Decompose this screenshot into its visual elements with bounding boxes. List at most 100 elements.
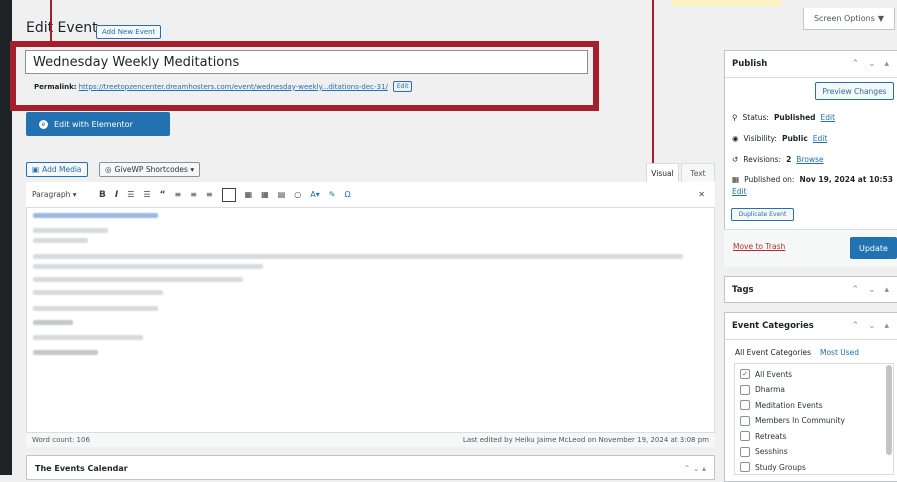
published-row: ▦ Published on: Nov 19, 2024 at 10:53 xyxy=(732,175,893,184)
edit-with-elementor-button[interactable]: e Edit with Elementor xyxy=(26,112,170,136)
move-to-trash-link[interactable]: Move to Trash xyxy=(733,242,785,251)
category-label: Dharma xyxy=(755,385,785,394)
format-select[interactable]: Paragraph ▾ xyxy=(32,190,90,199)
calendar-icon: ▦ xyxy=(732,175,740,184)
category-checkbox[interactable] xyxy=(740,384,750,395)
tab-most-used[interactable]: Most Used xyxy=(820,348,859,357)
panel-controls-icon[interactable]: ⌃ ⌄ ▴ xyxy=(852,59,892,69)
panel-controls-icon[interactable]: ⌃ ⌄ ▴ xyxy=(852,321,892,331)
omega-icon[interactable]: Ω xyxy=(344,190,350,199)
insert-box-icon[interactable] xyxy=(221,187,236,202)
blurred-line xyxy=(33,350,98,355)
page-title: Edit Event xyxy=(26,20,98,36)
grid-icon[interactable]: ▦ xyxy=(261,190,269,199)
elementor-icon: e xyxy=(39,119,48,129)
elementor-label: Edit with Elementor xyxy=(54,119,133,129)
category-checkbox[interactable] xyxy=(740,415,750,426)
word-count: Word count: 106 xyxy=(32,436,90,444)
paste-icon[interactable]: ✎ xyxy=(329,190,336,199)
screen-options-label: Screen Options xyxy=(813,14,875,23)
color-icon[interactable]: A▾ xyxy=(310,190,320,199)
panel-controls-icon[interactable]: ⌃ ⌄ ▴ xyxy=(852,285,892,295)
update-button[interactable]: Update xyxy=(850,237,897,259)
callout-pointer-line xyxy=(50,0,52,42)
category-item[interactable]: Retreats xyxy=(740,431,786,441)
events-calendar-title: The Events Calendar xyxy=(35,464,128,473)
category-item[interactable]: ✓ All Events xyxy=(740,369,792,379)
numbered-list-icon[interactable]: ☰ xyxy=(143,190,150,199)
circle-icon[interactable]: ○ xyxy=(294,190,301,199)
table-icon[interactable]: ▦ xyxy=(245,190,253,199)
blurred-line xyxy=(33,213,158,218)
published-value: Nov 19, 2024 at 10:53 xyxy=(799,175,893,184)
blurred-line xyxy=(33,228,108,233)
events-calendar-box: The Events Calendar ⌃ ⌄ ▴ xyxy=(26,455,715,480)
chevron-down-icon: ▼ xyxy=(877,14,885,23)
align-right-icon[interactable]: ≡ xyxy=(206,190,213,199)
blurred-line xyxy=(33,238,88,243)
align-center-icon[interactable]: ≡ xyxy=(190,190,197,199)
published-label: Published on: xyxy=(744,175,795,184)
italic-icon[interactable]: I xyxy=(115,190,118,200)
duplicate-event-button[interactable]: Duplicate Event xyxy=(731,208,794,221)
status-row: ⚲ Status: Published Edit xyxy=(732,113,835,122)
revisions-browse-link[interactable]: Browse xyxy=(796,155,823,164)
status-label: Status: xyxy=(742,113,769,122)
revisions-value: 2 xyxy=(786,155,792,164)
editor-area[interactable] xyxy=(26,182,715,447)
categories-tabs: All Event Categories Most Used xyxy=(735,348,859,357)
category-item[interactable]: Sesshins xyxy=(740,446,788,457)
category-item[interactable]: Members In Community xyxy=(740,415,845,426)
pin-icon: ⚲ xyxy=(732,113,738,122)
status-edit-link[interactable]: Edit xyxy=(821,113,836,122)
bold-icon[interactable]: B xyxy=(99,190,106,200)
category-item[interactable]: Meditation Events xyxy=(740,400,823,410)
category-label: All Events xyxy=(755,369,793,379)
category-item[interactable]: Study Groups xyxy=(740,462,806,472)
tab-text[interactable]: Text xyxy=(681,163,715,182)
tab-visual[interactable]: Visual xyxy=(646,163,679,182)
category-checkbox[interactable] xyxy=(740,400,750,410)
align-left-icon[interactable]: ≡ xyxy=(175,190,182,199)
category-checkbox[interactable]: ✓ xyxy=(740,369,750,379)
add-media-button[interactable]: ▣ Add Media xyxy=(26,162,88,177)
bullet-list-icon[interactable]: ☰ xyxy=(127,190,134,199)
fullscreen-icon[interactable]: ✕ xyxy=(698,190,705,199)
category-checkbox[interactable] xyxy=(740,462,750,472)
blockquote-icon[interactable]: “ xyxy=(160,190,166,200)
visibility-row: ◉ Visibility: Public Edit xyxy=(732,134,827,143)
blurred-line xyxy=(33,290,163,295)
box-controls-icon[interactable]: ⌃ ⌄ ▴ xyxy=(683,464,706,473)
tags-title: Tags xyxy=(732,285,754,295)
category-label: Members In Community xyxy=(755,416,845,425)
category-checkbox[interactable] xyxy=(740,431,750,441)
eye-icon: ◉ xyxy=(732,134,739,143)
checklist-scrollbar[interactable] xyxy=(886,365,892,455)
category-item[interactable]: Dharma xyxy=(740,384,785,395)
tags-panel: Tags ⌃ ⌄ ▴ xyxy=(724,276,897,303)
publish-header: Publish ⌃ ⌄ ▴ xyxy=(725,51,897,78)
category-label: Study Groups xyxy=(755,462,806,472)
blurred-line xyxy=(33,335,143,340)
screen-options-button[interactable]: Screen Options ▼ xyxy=(803,8,895,30)
categories-checklist: ✓ All Events Dharma Meditation Events Member… xyxy=(734,363,894,475)
published-edit-link[interactable]: Edit xyxy=(732,187,747,196)
visibility-label: Visibility: xyxy=(743,134,777,143)
category-checkbox[interactable] xyxy=(740,446,750,457)
preview-changes-button[interactable]: Preview Changes xyxy=(815,82,894,100)
tags-header[interactable]: Tags ⌃ ⌄ ▴ xyxy=(725,277,897,303)
notice-strip xyxy=(672,0,782,6)
tab-all-categories[interactable]: All Event Categories xyxy=(735,348,811,357)
highlight-callout-box xyxy=(10,41,599,111)
editor-toolbar: Paragraph ▾ B I ☰ ☰ “ ≡ ≡ ≡ ▦ ▦ ▤ ○ A▾ ✎… xyxy=(26,182,715,208)
admin-top-area xyxy=(12,0,897,10)
categories-title: Event Categories xyxy=(732,321,814,331)
blurred-line xyxy=(33,320,73,325)
calendar-icon[interactable]: ▤ xyxy=(278,190,286,199)
published-edit-row: Edit xyxy=(732,187,747,196)
visibility-edit-link[interactable]: Edit xyxy=(813,134,828,143)
givewp-shortcodes-button[interactable]: ◎ GiveWP Shortcodes ▾ xyxy=(99,162,201,177)
givewp-icon: ◎ xyxy=(105,165,112,174)
blurred-line xyxy=(33,306,158,311)
add-new-event-button[interactable]: Add New Event xyxy=(96,25,162,39)
